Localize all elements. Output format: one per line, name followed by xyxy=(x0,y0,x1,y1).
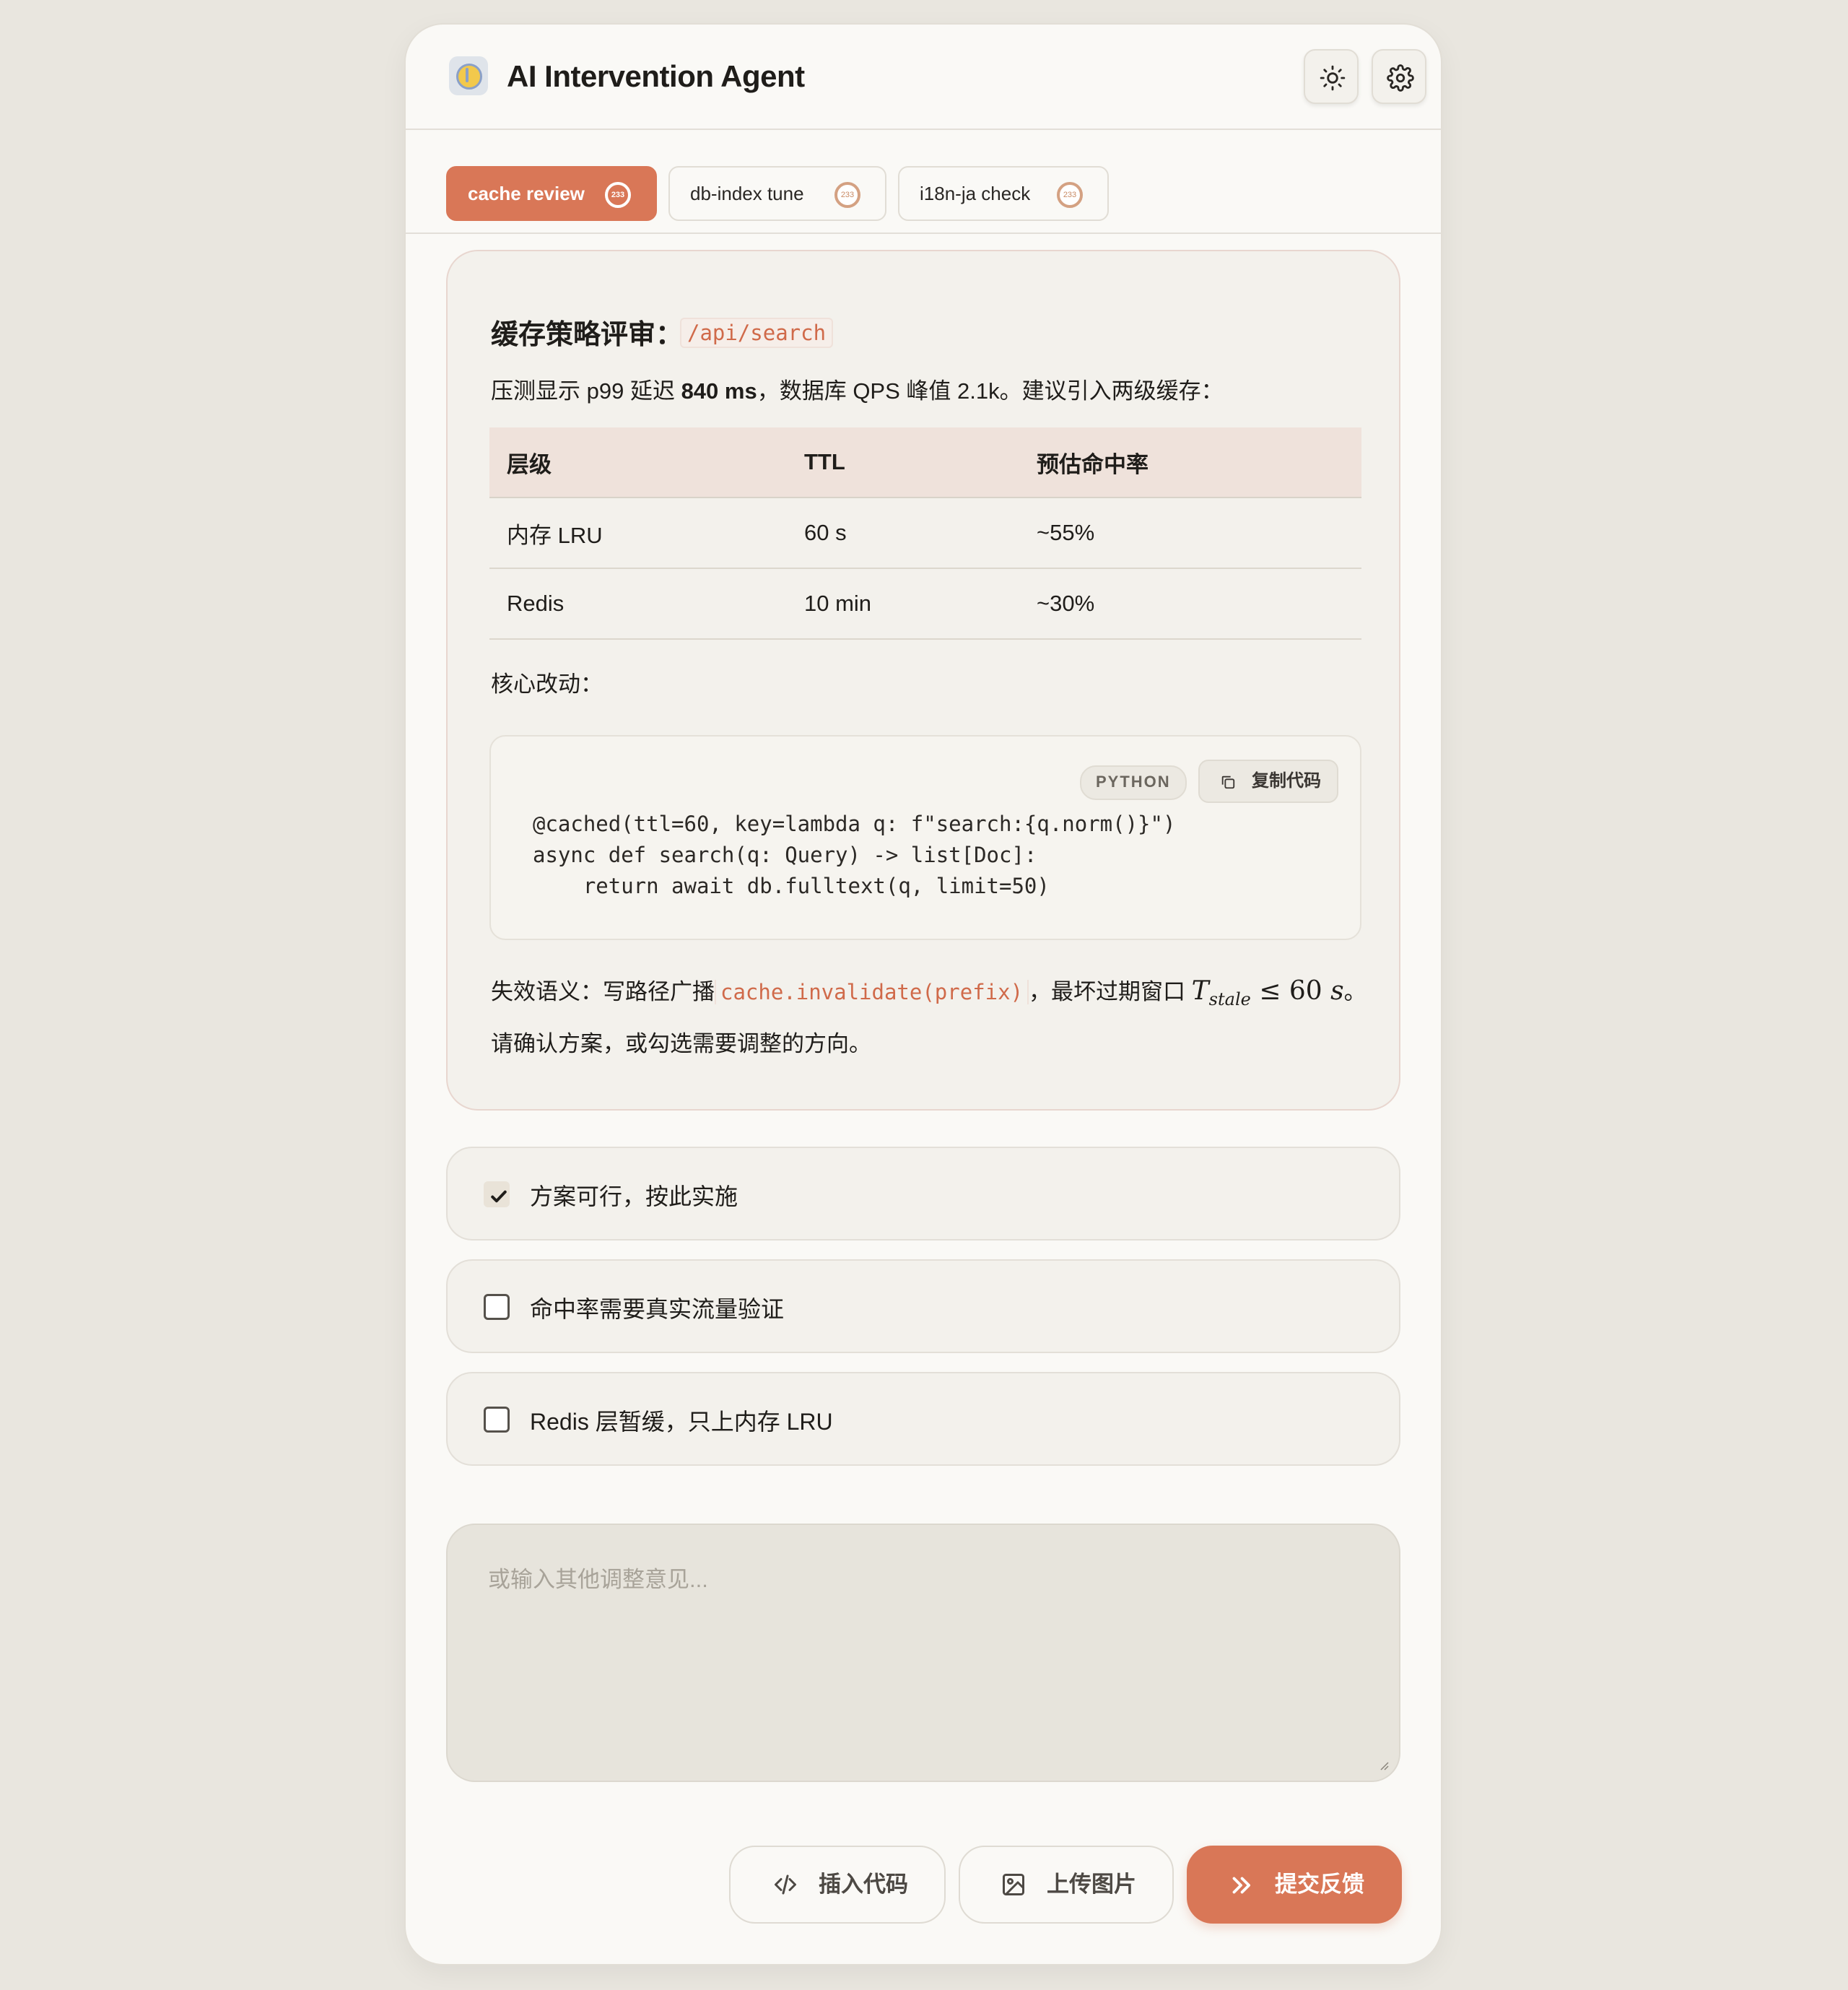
code-icon xyxy=(775,1874,796,1895)
code-language-badge: PYTHON xyxy=(1080,765,1187,800)
upload-image-button[interactable]: 上传图片 xyxy=(959,1846,1174,1924)
table-header-row: 层级 TTL 预估命中率 xyxy=(489,427,1361,498)
confirm-text: 请确认方案，或勾选需要调整的方向。 xyxy=(491,1031,871,1056)
tab-label: i18n-ja check xyxy=(920,183,1031,204)
header: AI Intervention Agent xyxy=(406,25,1441,130)
submit-feedback-button[interactable]: 提交反馈 xyxy=(1187,1846,1402,1924)
option-label: Redis 层暂缓，只上内存 LRU xyxy=(530,1409,833,1435)
copy-code-label: 复制代码 xyxy=(1252,771,1321,791)
tab-badge: 233 xyxy=(605,182,631,208)
core-change-label: 核心改动： xyxy=(491,672,603,697)
app-title: AI Intervention Agent xyxy=(507,59,805,93)
insert-code-label: 插入代码 xyxy=(819,1872,908,1897)
upload-image-label: 上传图片 xyxy=(1047,1872,1136,1897)
column-header: 预估命中率 xyxy=(1019,427,1361,498)
settings-button[interactable] xyxy=(1372,49,1426,104)
table-cell: 10 min xyxy=(787,568,1019,640)
image-icon xyxy=(1003,1874,1024,1895)
table-cell: ~55% xyxy=(1019,498,1361,569)
option-label: 方案可行，按此实施 xyxy=(530,1183,738,1209)
tab-label: cache review xyxy=(468,183,585,204)
app-logo-icon xyxy=(449,56,488,95)
option-item[interactable]: 方案可行，按此实施 xyxy=(446,1147,1400,1241)
column-header: TTL xyxy=(787,427,1019,498)
table-cell: ~30% xyxy=(1019,568,1361,640)
submit-feedback-label: 提交反馈 xyxy=(1275,1872,1364,1897)
code-text: @cached(ttl=60, key=lambda q: f"search:{… xyxy=(533,812,1176,898)
tab-badge: 233 xyxy=(1057,182,1083,208)
tab-cache-review[interactable]: cache review 233 xyxy=(446,166,657,221)
inline-code: cache.invalidate(prefix) xyxy=(715,980,1029,1004)
cache-table: 层级 TTL 预估命中率 内存 LRU 60 s ~55% Redis 10 m… xyxy=(489,427,1361,640)
tab-badge: 233 xyxy=(834,182,860,208)
table-row: Redis 10 min ~30% xyxy=(489,568,1361,640)
message-heading: 缓存策略评审： xyxy=(491,320,684,350)
message-card: 缓存策略评审： /api/search 压测显示 p99 延迟 840 ms，数… xyxy=(446,250,1400,1111)
resize-handle-icon[interactable] xyxy=(1377,1759,1389,1770)
task-tabs: cache review 233 db-index tune 233 i18n-… xyxy=(406,130,1441,234)
app-window: AI Intervention Agent cache review 233 d… xyxy=(406,25,1441,1964)
endpoint-chip: /api/search xyxy=(680,318,834,348)
checkbox[interactable] xyxy=(484,1407,510,1433)
tab-label: db-index tune xyxy=(690,183,804,204)
double-chevron-right-icon xyxy=(1232,1877,1250,1894)
column-header: 层级 xyxy=(489,427,787,498)
insert-code-button[interactable]: 插入代码 xyxy=(729,1846,946,1924)
theme-toggle-button[interactable] xyxy=(1304,49,1359,104)
table-cell: 60 s xyxy=(787,498,1019,569)
tab-i18n-ja-check[interactable]: i18n-ja check 233 xyxy=(898,166,1109,221)
feedback-placeholder: 或输入其他调整意见... xyxy=(488,1567,708,1592)
table-cell: Redis xyxy=(489,568,787,640)
sun-icon xyxy=(1320,65,1346,91)
table-row: 内存 LRU 60 s ~55% xyxy=(489,498,1361,569)
invalidation-text: 失效语义：写路径广播 cache.invalidate(prefix) ，最坏过期窗… xyxy=(491,976,1367,1010)
tab-db-index-tune[interactable]: db-index tune 233 xyxy=(668,166,886,221)
option-item[interactable]: Redis 层暂缓，只上内存 LRU xyxy=(446,1372,1400,1466)
option-label: 命中率需要真实流量验证 xyxy=(530,1296,785,1322)
checkbox[interactable] xyxy=(484,1294,510,1320)
code-block: PYTHON 复制代码 @cached(ttl=60, key=lambda q… xyxy=(489,735,1361,940)
math-formula: Tstale ≤ 60 s xyxy=(1191,976,1344,1010)
checkmark-icon xyxy=(491,1190,507,1203)
copy-icon xyxy=(1221,775,1235,789)
intro-text: 压测显示 p99 延迟 840 ms，数据库 QPS 峰值 2.1k。建议引入两… xyxy=(491,378,1224,404)
checkbox[interactable] xyxy=(484,1181,510,1207)
option-item[interactable]: 命中率需要真实流量验证 xyxy=(446,1259,1400,1353)
gear-icon xyxy=(1387,64,1414,92)
copy-code-button[interactable]: 复制代码 xyxy=(1198,760,1338,803)
table-cell: 内存 LRU xyxy=(489,498,787,569)
feedback-textarea[interactable]: 或输入其他调整意见... xyxy=(446,1524,1400,1782)
